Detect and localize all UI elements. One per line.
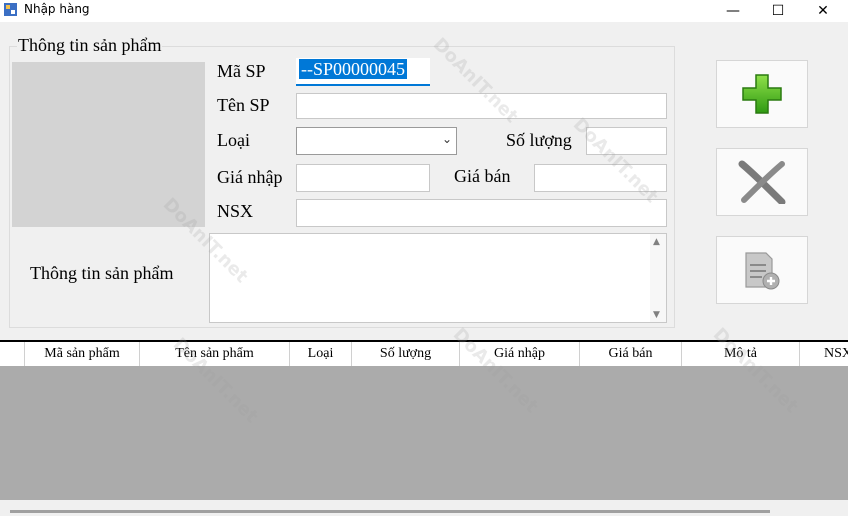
x-icon: [738, 160, 786, 204]
gia-ban-input[interactable]: [534, 164, 667, 192]
column-header[interactable]: Loại: [290, 342, 352, 366]
ma-sp-input[interactable]: --SP00000045: [296, 58, 430, 86]
product-image[interactable]: [12, 62, 205, 227]
ten-sp-label: Tên SP: [217, 95, 270, 115]
so-luong-input[interactable]: [586, 127, 667, 155]
delete-button[interactable]: [716, 148, 808, 216]
column-header[interactable]: Mô tả: [682, 342, 800, 366]
gia-nhap-input[interactable]: [296, 164, 430, 192]
minimize-button[interactable]: —: [710, 0, 756, 22]
ten-sp-input[interactable]: [296, 93, 667, 119]
close-button[interactable]: ✕: [800, 0, 846, 22]
row-header-corner: [0, 342, 25, 366]
document-add-icon: [745, 252, 780, 290]
ma-sp-selected-text: --SP00000045: [299, 59, 408, 79]
maximize-button[interactable]: ☐: [755, 0, 801, 22]
column-header[interactable]: Tên sản phẩm: [140, 342, 290, 366]
gia-ban-label: Giá bán: [454, 166, 511, 186]
gia-nhap-label: Giá nhập: [217, 167, 283, 187]
title-bar: Nhập hàng — ☐ ✕: [0, 0, 848, 22]
mo-ta-textarea[interactable]: ▲ ▼: [209, 233, 667, 323]
add-button[interactable]: [716, 60, 808, 128]
scrollbar-thumb[interactable]: [10, 510, 770, 513]
column-header[interactable]: Giá nhập: [460, 342, 580, 366]
vertical-scrollbar[interactable]: ▲ ▼: [650, 234, 666, 322]
mo-ta-label: Thông tin sản phẩm: [30, 263, 174, 283]
window-title: Nhập hàng: [24, 2, 90, 16]
app-icon: [4, 3, 17, 16]
chevron-down-icon[interactable]: ⌄: [442, 132, 452, 146]
nsx-label: NSX: [217, 201, 254, 221]
ma-sp-label: Mã SP: [217, 61, 266, 81]
scroll-down-icon[interactable]: ▼: [653, 310, 660, 320]
column-header[interactable]: Giá bán: [580, 342, 682, 366]
groupbox-title: Thông tin sản phẩm: [17, 35, 163, 56]
add-icon: [742, 74, 782, 114]
product-grid[interactable]: Mã sản phẩm Tên sản phẩm Loại Số lượng G…: [0, 340, 848, 516]
grid-header: Mã sản phẩm Tên sản phẩm Loại Số lượng G…: [0, 342, 848, 366]
column-header[interactable]: Mã sản phẩm: [25, 342, 140, 366]
edit-button[interactable]: [716, 236, 808, 304]
scroll-up-icon[interactable]: ▲: [653, 237, 660, 247]
loai-label: Loại: [217, 130, 250, 150]
column-header[interactable]: NSX: [800, 342, 848, 366]
loai-combobox[interactable]: ⌄: [296, 127, 457, 155]
so-luong-label: Số lượng: [506, 130, 572, 150]
column-header[interactable]: Số lượng: [352, 342, 460, 366]
nsx-input[interactable]: [296, 199, 667, 227]
